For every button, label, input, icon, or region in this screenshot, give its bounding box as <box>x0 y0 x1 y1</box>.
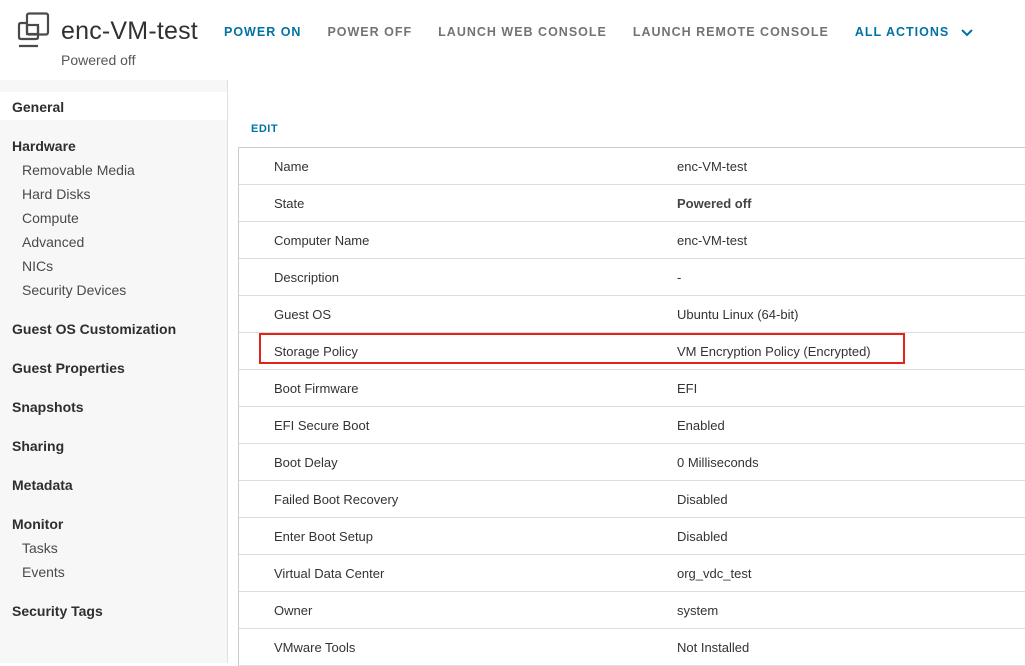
property-label: Boot Delay <box>274 455 338 470</box>
property-row: Computer Name enc-VM-test <box>239 222 1025 259</box>
property-label: Virtual Data Center <box>274 566 385 581</box>
sidebar-item-guest-properties[interactable]: Guest Properties <box>12 360 125 376</box>
property-value: Disabled <box>677 492 728 507</box>
chevron-down-icon <box>960 28 973 37</box>
property-row: Guest OS Ubuntu Linux (64-bit) <box>239 296 1025 333</box>
sidebar-item-general[interactable]: General <box>12 99 64 115</box>
property-value: enc-VM-test <box>677 233 748 248</box>
property-value: org_vdc_test <box>677 566 752 581</box>
property-label: Enter Boot Setup <box>274 529 374 544</box>
property-label: Guest OS <box>274 307 332 322</box>
property-row: Name enc-VM-test <box>239 148 1025 185</box>
property-value: Disabled <box>677 529 728 544</box>
property-row: Failed Boot Recovery Disabled <box>239 481 1025 518</box>
virtual-machine-icon <box>17 12 50 48</box>
sidebar-item-metadata[interactable]: Metadata <box>12 477 73 493</box>
property-label: VMware Tools <box>274 640 356 655</box>
sidebar-item-hard-disks[interactable]: Hard Disks <box>22 186 90 202</box>
vm-title: enc-VM-test <box>61 17 198 45</box>
property-row: VMware Tools Not Installed <box>239 629 1025 666</box>
property-label: Owner <box>274 603 313 618</box>
property-row: Owner system <box>239 592 1025 629</box>
property-value: - <box>677 270 682 285</box>
power-off-button[interactable]: POWER OFF <box>327 25 412 39</box>
property-label: Boot Firmware <box>274 381 359 396</box>
storage-policy-highlight-box <box>259 333 905 364</box>
property-label: State <box>274 196 305 211</box>
property-label: Computer Name <box>274 233 370 248</box>
power-on-button[interactable]: POWER ON <box>224 25 301 39</box>
properties-grid: Name enc-VM-test State Powered off Computer … <box>238 147 1025 666</box>
sidebar-item-sharing[interactable]: Sharing <box>12 438 64 454</box>
sidebar-item-events[interactable]: Events <box>22 564 65 580</box>
property-label: EFI Secure Boot <box>274 418 370 433</box>
sidebar-item-guest-os-customization[interactable]: Guest OS Customization <box>12 321 176 337</box>
launch-web-console-button[interactable]: LAUNCH WEB CONSOLE <box>438 25 607 39</box>
all-actions-label: ALL ACTIONS <box>854 25 950 39</box>
edit-button[interactable]: EDIT <box>251 123 278 135</box>
property-value: enc-VM-test <box>677 159 748 174</box>
property-label: Name <box>274 159 309 174</box>
property-label: Description <box>274 270 340 285</box>
property-row: Boot Firmware EFI <box>239 370 1025 407</box>
sidebar-item-removable-media[interactable]: Removable Media <box>22 162 135 178</box>
main-content: EDIT Name enc-VM-test State Powered off Comp… <box>228 80 1025 666</box>
property-value: Not Installed <box>677 640 750 655</box>
sidebar-item-security-tags[interactable]: Security Tags <box>12 603 103 619</box>
property-row: Description - <box>239 259 1025 296</box>
sidebar-item-hardware[interactable]: Hardware <box>12 138 76 154</box>
sidebar-item-security-devices[interactable]: Security Devices <box>22 282 126 298</box>
sidebar-item-nics[interactable]: NICs <box>22 258 53 274</box>
sidebar-item-tasks[interactable]: Tasks <box>22 540 58 556</box>
sidebar-item-advanced[interactable]: Advanced <box>22 234 84 250</box>
sidebar-item-compute[interactable]: Compute <box>22 210 79 226</box>
property-label: Failed Boot Recovery <box>274 492 399 507</box>
sidebar-item-snapshots[interactable]: Snapshots <box>12 399 84 415</box>
property-value: system <box>677 603 719 618</box>
all-actions-button[interactable]: ALL ACTIONS <box>855 25 974 39</box>
vm-power-state: Powered off <box>61 52 136 68</box>
sidebar-item-monitor[interactable]: Monitor <box>12 516 63 532</box>
property-row: Boot Delay 0 Milliseconds <box>239 444 1025 481</box>
page-header: enc-VM-test Powered off POWER ON POWER O… <box>0 0 1025 80</box>
property-value: 0 Milliseconds <box>677 455 759 470</box>
property-row: Enter Boot Setup Disabled <box>239 518 1025 555</box>
sidebar-nav: General Hardware Removable Media Hard Di… <box>0 80 228 663</box>
property-value: Powered off <box>677 196 752 211</box>
property-row: EFI Secure Boot Enabled <box>239 407 1025 444</box>
property-row: Virtual Data Center org_vdc_test <box>239 555 1025 592</box>
property-value: Ubuntu Linux (64-bit) <box>677 307 799 322</box>
property-row: State Powered off <box>239 185 1025 222</box>
actions-bar: POWER ON POWER OFF LAUNCH WEB CONSOLE LA… <box>224 24 1000 40</box>
launch-remote-console-button[interactable]: LAUNCH REMOTE CONSOLE <box>633 25 829 39</box>
property-value: Enabled <box>677 418 725 433</box>
property-value: EFI <box>677 381 698 396</box>
